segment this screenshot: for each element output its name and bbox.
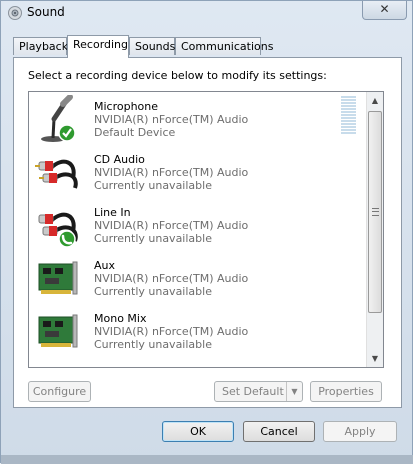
cancel-button[interactable]: Cancel: [243, 421, 315, 442]
device-driver: NVIDIA(R) nForce(TM) Audio: [94, 113, 249, 126]
sound-dialog: Sound ✕ Playback Recording Sounds Commun…: [0, 0, 413, 464]
instruction-text: Select a recording device below to modif…: [28, 69, 327, 82]
tab-sounds[interactable]: Sounds: [129, 37, 175, 55]
device-name: Microphone: [94, 100, 159, 113]
device-driver: NVIDIA(R) nForce(TM) Audio: [94, 272, 249, 285]
recording-panel: Select a recording device below to modif…: [13, 57, 402, 408]
ok-button[interactable]: OK: [162, 421, 234, 442]
device-item-cd-audio[interactable]: CD Audio NVIDIA(R) nForce(TM) Audio Curr…: [29, 145, 364, 198]
set-default-label: Set Default: [222, 385, 284, 398]
device-name: Line In: [94, 206, 131, 219]
device-status: Currently unavailable: [94, 179, 212, 192]
device-item-microphone[interactable]: Microphone NVIDIA(R) nForce(TM) Audio De…: [29, 92, 364, 145]
set-default-button[interactable]: Set Default ▼: [214, 381, 303, 402]
sound-card-icon: [38, 314, 78, 348]
device-item-line-in[interactable]: Line In NVIDIA(R) nForce(TM) Audio Curre…: [29, 198, 364, 251]
tab-playback[interactable]: Playback: [13, 37, 68, 55]
level-meter: [341, 96, 356, 135]
device-item-aux[interactable]: Aux NVIDIA(R) nForce(TM) Audio Currently…: [29, 251, 364, 304]
device-status: Currently unavailable: [94, 285, 212, 298]
rca-cable-icon: [35, 159, 78, 189]
device-status: Currently unavailable: [94, 338, 212, 351]
microphone-icon: [41, 95, 76, 142]
title-bar[interactable]: Sound ✕: [1, 1, 412, 25]
scroll-down-icon[interactable]: ▼: [367, 350, 383, 367]
configure-button[interactable]: Configure: [28, 381, 91, 402]
tab-communications[interactable]: Communications: [175, 37, 273, 55]
tab-recording[interactable]: Recording: [67, 35, 129, 58]
scroll-up-icon[interactable]: ▲: [367, 92, 383, 109]
apply-button[interactable]: Apply: [323, 421, 397, 442]
device-list[interactable]: Microphone NVIDIA(R) nForce(TM) Audio De…: [28, 91, 384, 368]
device-driver: NVIDIA(R) nForce(TM) Audio: [94, 325, 249, 338]
scroll-thumb[interactable]: [368, 111, 382, 313]
device-name: Mono Mix: [94, 312, 147, 325]
phone-icon: [58, 230, 76, 248]
device-status: Currently unavailable: [94, 232, 212, 245]
close-button[interactable]: ✕: [362, 1, 407, 20]
device-name: CD Audio: [94, 153, 145, 166]
device-status: Default Device: [94, 126, 176, 139]
chevron-down-icon[interactable]: ▼: [286, 382, 302, 401]
window-title: Sound: [27, 5, 65, 19]
device-name: Aux: [94, 259, 116, 272]
device-driver: NVIDIA(R) nForce(TM) Audio: [94, 166, 249, 179]
device-driver: NVIDIA(R) nForce(TM) Audio: [94, 219, 249, 232]
properties-button[interactable]: Properties: [310, 381, 382, 402]
sound-card-icon: [38, 261, 78, 295]
speaker-icon: [8, 6, 22, 20]
device-item-mono-mix[interactable]: Mono Mix NVIDIA(R) nForce(TM) Audio Curr…: [29, 304, 364, 357]
rca-cable-icon: [38, 212, 78, 248]
device-list-scrollbar[interactable]: ▲ ▼: [366, 92, 383, 367]
